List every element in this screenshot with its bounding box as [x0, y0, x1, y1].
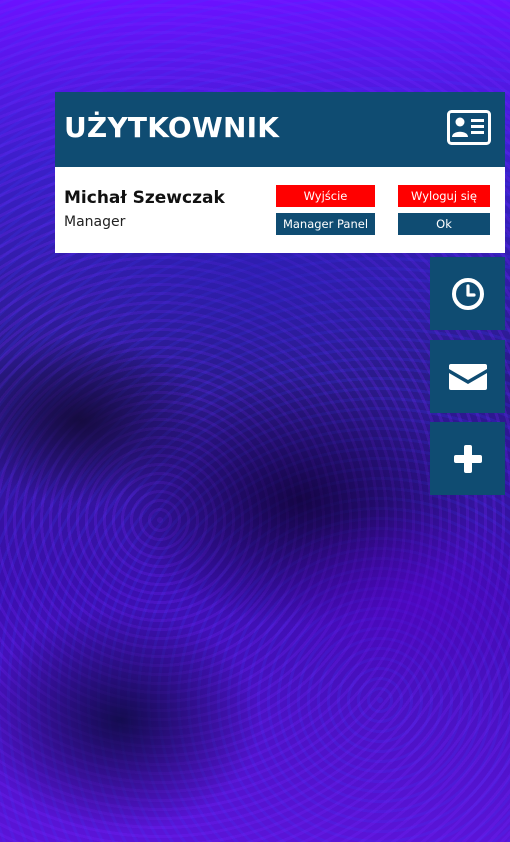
add-button[interactable]	[430, 422, 505, 495]
envelope-icon	[448, 363, 487, 390]
clock-icon	[451, 277, 484, 310]
ok-button[interactable]: Ok	[398, 213, 490, 235]
id-card-icon	[447, 110, 491, 145]
manager-panel-button[interactable]: Manager Panel	[276, 213, 375, 235]
plus-icon	[453, 444, 482, 473]
page-title: UŻYTKOWNIK	[64, 111, 280, 144]
user-role: Manager	[64, 214, 126, 230]
exit-button[interactable]: Wyjście	[276, 185, 375, 207]
messages-button[interactable]	[430, 340, 505, 413]
history-button[interactable]	[430, 257, 505, 330]
user-name: Michał Szewczak	[64, 188, 225, 208]
user-panel: UŻYTKOWNIK Michał Szewczak Manager Wyjśc…	[55, 92, 505, 253]
logout-button[interactable]: Wyloguj się	[398, 185, 490, 207]
user-panel-header: UŻYTKOWNIK	[55, 92, 505, 167]
